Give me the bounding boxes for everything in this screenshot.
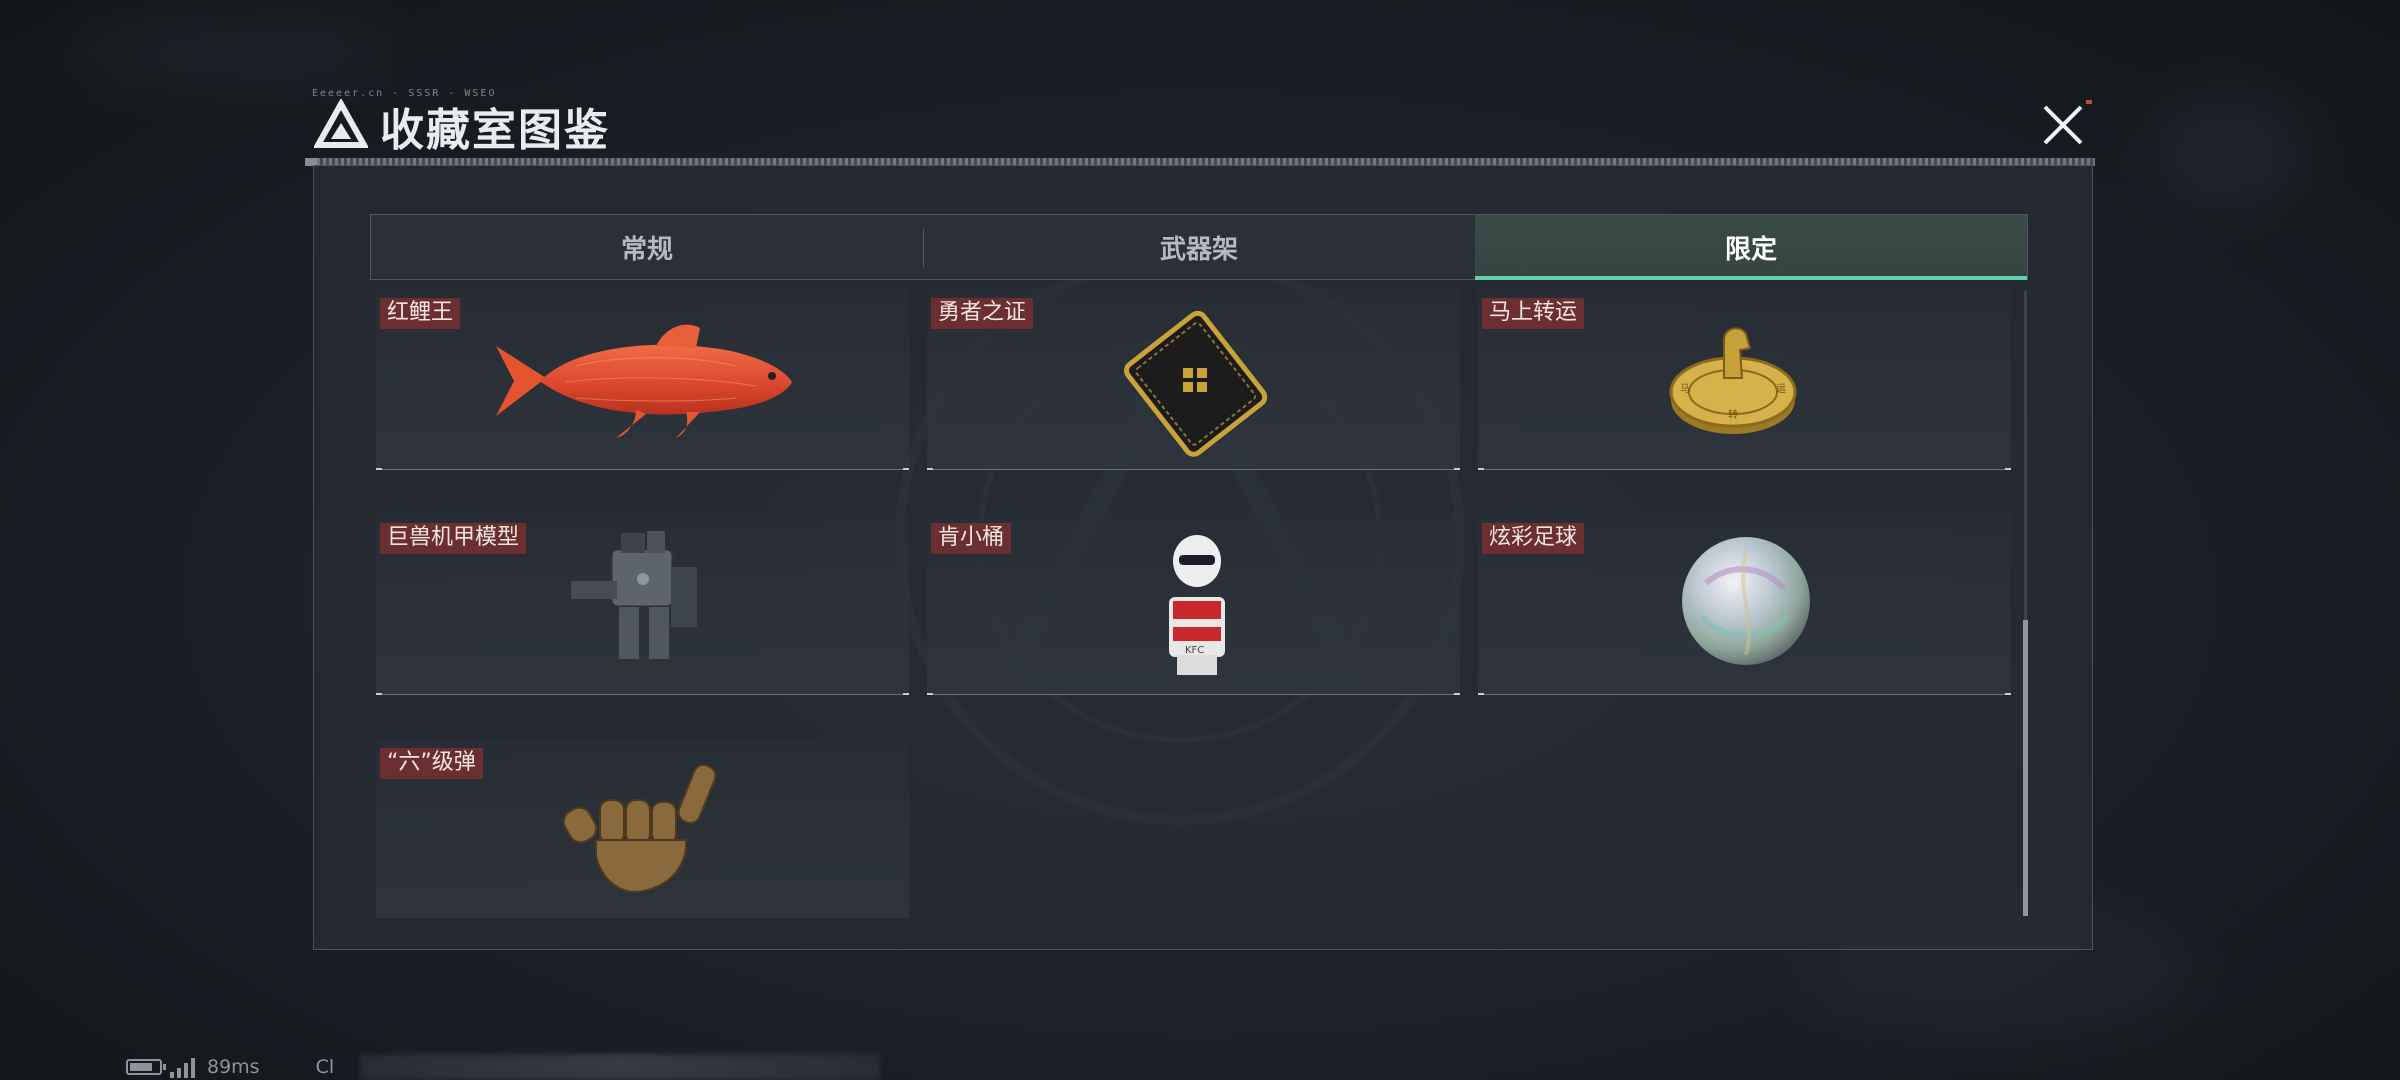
delta-logo-icon [314,99,368,148]
card-baseline [376,468,909,470]
status-blurred-region [360,1054,880,1080]
dialog-title-group: 收藏室图鉴 [314,92,610,160]
category-tabs: 常规 武器架 限定 [370,214,2028,280]
item-name-label: 勇者之证 [931,298,1034,329]
close-button[interactable] [2034,96,2092,154]
item-name-label: “六”级弹 [380,748,483,779]
colonel-bucket-figure-icon: KFC [1169,535,1225,675]
collection-card-six-level-round[interactable]: “六”级弹 [376,738,909,918]
svg-text:运: 运 [1776,383,1786,395]
item-name-label: 肯小桶 [931,523,1012,554]
collection-grid: 红鲤王 勇者之证 马上转运 马 运 转 巨兽机甲模型 肯小桶 KFC 炫彩足球 … [376,288,2016,918]
collection-card-kfc-bucket[interactable]: 肯小桶 KFC [927,513,1460,695]
tab-weapon-rack[interactable]: 武器架 [923,215,1475,279]
tab-regular[interactable]: 常规 [371,215,923,279]
background-blur [2150,90,2310,210]
collection-card-iridescent-ball[interactable]: 炫彩足球 [1478,513,2011,695]
item-name-label: 巨兽机甲模型 [380,523,527,554]
status-bar: 89ms Cl [126,1054,334,1080]
card-baseline [1478,468,2011,470]
tab-label: 限定 [1724,234,1777,265]
gold-horse-dial-icon: 马 运转 [1669,327,1797,434]
svg-text:转: 转 [1728,408,1738,421]
signal-icon [170,1056,195,1078]
collection-card-brave-proof[interactable]: 勇者之证 [927,288,1460,470]
iridescent-ball-icon [1682,537,1810,665]
tab-label: 常规 [620,234,673,265]
gold-card-icon [1124,310,1268,457]
background-blur [60,20,400,80]
svg-text:马: 马 [1680,383,1690,395]
item-name-label: 红鲤王 [380,298,461,329]
dialog-title: 收藏室图鉴 [380,105,610,156]
mech-model-icon [571,531,697,671]
collection-card-mech-model[interactable]: 巨兽机甲模型 [376,513,909,695]
collection-card-red-carp[interactable]: 红鲤王 [376,288,909,470]
card-baseline [376,693,909,695]
card-baseline [1478,693,2011,695]
svg-text:KFC: KFC [1185,645,1204,656]
battery-icon [126,1059,166,1075]
close-icon [2043,105,2083,145]
status-extra-text: Cl [315,1056,335,1078]
red-carp-icon [496,324,792,438]
ping-text: 89ms [207,1056,260,1078]
bronze-hand-icon [562,764,717,894]
close-accent-mark [2086,100,2092,104]
card-baseline [927,468,1460,470]
item-name-label: 马上转运 [1482,298,1585,329]
scrollbar-thumb[interactable] [2023,620,2028,916]
tab-label: 武器架 [1159,234,1238,265]
item-name-label: 炫彩足球 [1482,523,1585,554]
game-screen: Eeeeer.cn - SSSR - WSEO 收藏室图鉴 常规 武器架 限定 … [0,0,2400,1080]
card-baseline [927,693,1460,695]
tab-limited[interactable]: 限定 [1475,215,2027,280]
collection-card-good-fortune[interactable]: 马上转运 马 运转 [1478,288,2011,470]
